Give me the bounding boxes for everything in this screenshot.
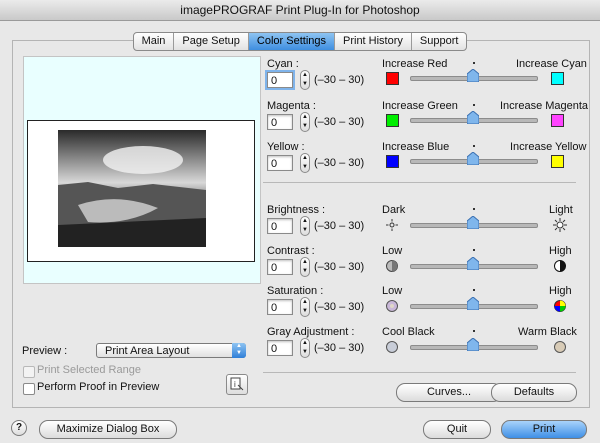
magenta-field[interactable]: 0 [267, 114, 293, 130]
preview-photo [58, 130, 206, 247]
contrast-slider-thumb[interactable] [467, 257, 479, 270]
section-divider [263, 182, 576, 183]
cyan-slider-thumb[interactable] [467, 69, 479, 82]
magenta-swatch [551, 114, 564, 127]
window-title: imagePROGRAF Print Plug-In for Photoshop [0, 0, 600, 21]
gray-adjustment-slider-thumb[interactable] [467, 338, 479, 351]
sun-bright-icon [553, 218, 567, 232]
cyan-field[interactable]: 0 [267, 72, 293, 88]
brightness-range: (–30 – 30) [314, 220, 365, 232]
quit-button[interactable]: Quit [423, 420, 491, 439]
brightness-slider-thumb[interactable] [467, 216, 479, 229]
saturation-center-tick [473, 289, 475, 291]
yellow-stepper[interactable]: ▲ ▼ [300, 153, 310, 173]
contrast-stepper[interactable]: ▲ ▼ [300, 257, 310, 277]
preview-label: Preview : [22, 345, 68, 357]
saturation-field[interactable]: 0 [267, 299, 293, 315]
preview-paper [27, 120, 255, 262]
blue-swatch [386, 155, 399, 168]
maximize-dialog-button[interactable]: Maximize Dialog Box [39, 420, 177, 439]
magenta-left-label: Increase Green [382, 100, 458, 112]
green-swatch [386, 114, 399, 127]
bottom-divider [263, 372, 576, 373]
cyan-left-label: Increase Red [382, 58, 448, 70]
gray-adjustment-right-label: Warm Black [518, 326, 577, 338]
contrast-center-tick [473, 249, 475, 251]
perform-proof-label: Perform Proof in Preview [37, 381, 160, 393]
saturation-stepper[interactable]: ▲ ▼ [300, 297, 310, 317]
cyan-center-tick [473, 62, 475, 64]
yellow-range: (–30 – 30) [314, 157, 365, 169]
perform-proof-checkbox[interactable] [23, 383, 35, 395]
magenta-range: (–30 – 30) [314, 116, 365, 128]
cyan-swatch [551, 72, 564, 85]
saturation-slider-thumb[interactable] [467, 297, 479, 310]
sun-dim-icon [386, 219, 398, 231]
contrast-low-icon [386, 260, 398, 272]
gray-adjustment-range: (–30 – 30) [314, 342, 365, 354]
cyan-stepper[interactable]: ▲ ▼ [300, 70, 310, 90]
contrast-left-label: Low [382, 245, 403, 257]
curves-button[interactable]: Curves... [396, 383, 502, 402]
cool-black-icon [386, 341, 398, 353]
tab-support[interactable]: Support [412, 33, 467, 50]
gray-adjustment-label: Gray Adjustment : [267, 326, 355, 338]
tab-main[interactable]: Main [134, 33, 175, 50]
tab-print-history[interactable]: Print History [335, 33, 412, 50]
saturation-right-label: High [549, 285, 572, 297]
saturation-high-icon [554, 300, 566, 312]
brightness-left-label: Dark [382, 204, 406, 216]
saturation-label: Saturation : [267, 285, 324, 297]
defaults-button[interactable]: Defaults [491, 383, 577, 402]
svg-text:i: i [234, 380, 236, 389]
help-icon[interactable]: ? [11, 420, 27, 436]
saturation-low-icon [386, 300, 398, 312]
contrast-high-icon [554, 260, 566, 272]
saturation-left-label: Low [382, 285, 403, 297]
cyan-label: Cyan : [267, 58, 299, 70]
preview-info-button[interactable]: i [226, 374, 248, 395]
gray-adjustment-field[interactable]: 0 [267, 340, 293, 356]
yellow-slider-thumb[interactable] [467, 152, 479, 165]
cyan-range: (–30 – 30) [314, 74, 365, 86]
magenta-label: Magenta : [267, 100, 316, 112]
print-selected-range-checkbox[interactable] [23, 366, 35, 378]
gray-adjustment-left-label: Cool Black [382, 326, 435, 338]
yellow-center-tick [473, 145, 475, 147]
cyan-right-label: Increase Cyan [516, 58, 587, 70]
contrast-right-label: High [549, 245, 572, 257]
magenta-stepper[interactable]: ▲ ▼ [300, 112, 310, 132]
contrast-field[interactable]: 0 [267, 259, 293, 275]
contrast-range: (–30 – 30) [314, 261, 365, 273]
brightness-label: Brightness : [267, 204, 326, 216]
warm-black-icon [554, 341, 566, 353]
gray-adjustment-center-tick [473, 330, 475, 332]
brightness-stepper[interactable]: ▲ ▼ [300, 216, 310, 236]
preview-area [23, 56, 261, 284]
red-swatch [386, 72, 399, 85]
preview-info-icon: i [230, 377, 244, 391]
yellow-swatch [551, 155, 564, 168]
print-button[interactable]: Print [501, 420, 587, 439]
yellow-field[interactable]: 0 [267, 155, 293, 171]
yellow-label: Yellow : [267, 141, 305, 153]
brightness-center-tick [473, 208, 475, 210]
yellow-left-label: Increase Blue [382, 141, 450, 153]
preview-mode-select[interactable]: Print Area Layout ▲ ▼ [96, 343, 246, 358]
print-selected-range-label: Print Selected Range [37, 364, 141, 376]
magenta-right-label: Increase Magenta [500, 100, 589, 112]
magenta-slider-thumb[interactable] [467, 111, 479, 124]
brightness-field[interactable]: 0 [267, 218, 293, 234]
tab-color-settings[interactable]: Color Settings [248, 33, 335, 50]
yellow-right-label: Increase Yellow [510, 141, 587, 153]
gray-adjustment-stepper[interactable]: ▲ ▼ [300, 338, 310, 358]
preview-mode-value: Print Area Layout [105, 345, 190, 357]
tab-bar: Main Page Setup Color Settings Print His… [0, 32, 600, 51]
magenta-center-tick [473, 104, 475, 106]
tab-page-setup[interactable]: Page Setup [174, 33, 249, 50]
select-arrows-icon: ▲ ▼ [232, 343, 246, 358]
brightness-right-label: Light [549, 204, 573, 216]
saturation-range: (–30 – 30) [314, 301, 365, 313]
contrast-label: Contrast : [267, 245, 315, 257]
